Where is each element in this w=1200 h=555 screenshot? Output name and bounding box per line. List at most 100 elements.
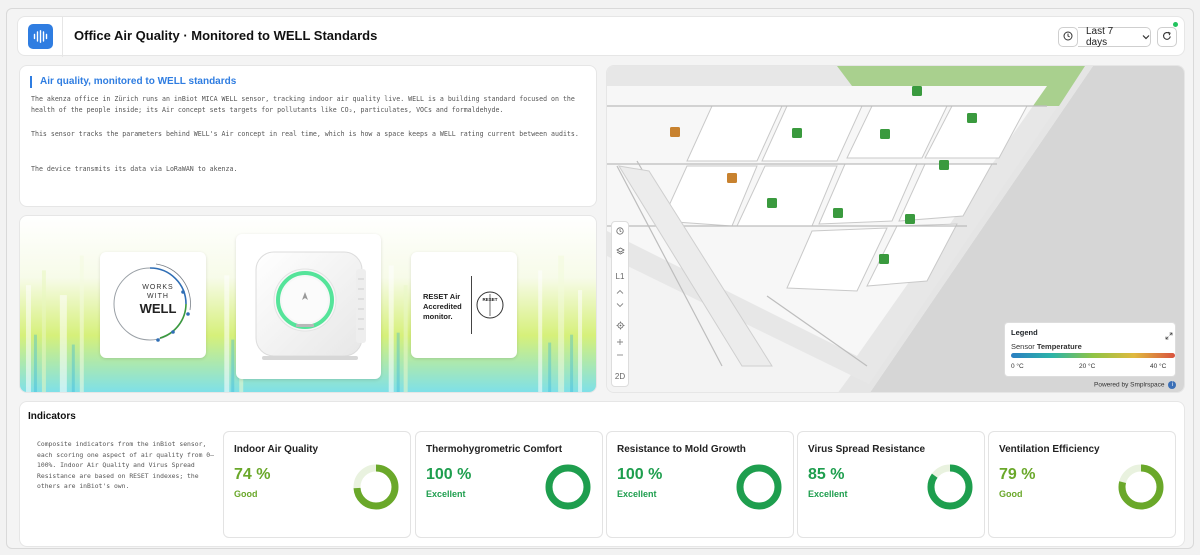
level-up-button[interactable] [612,286,628,299]
time-range-label: Last 7 days [1086,26,1114,48]
chevron-down-icon [616,301,624,310]
map-layers-button[interactable] [612,242,628,262]
layers-icon [615,247,625,258]
info-icon[interactable]: i [1168,381,1177,389]
info-paragraph: The akenza office in Zürich runs an inBi… [31,95,575,114]
legend-max: 40 °C [1150,363,1167,370]
reset-accredited-badge: RESET Air Accredited monitor. RESET [411,252,517,358]
reset-logo-icon: RESET [476,291,504,319]
indicator-status: Good [234,489,258,499]
dashboard-frame: Office Air Quality · Monitored to WELL S… [6,8,1194,549]
indicator-donut [545,464,591,510]
floor-plan-map[interactable]: L1 2D Legend Sensor Temperature 0 °C 20 … [606,65,1185,393]
info-heading: Air quality, monitored to WELL standards [30,76,236,88]
indicator-card[interactable]: Indoor Air Quality 74 % Good [223,431,411,538]
indicator-value: 85 % [808,466,845,483]
sensor-marker[interactable] [967,113,977,123]
legend-mid: 20 °C [1079,363,1096,370]
sensor-marker[interactable] [939,160,949,170]
powered-by-text: Powered by Smplrspace [1094,381,1165,389]
indicator-donut [1118,464,1164,510]
reset-badge-text: RESET Air Accredited monitor. [423,292,462,322]
time-range-clock-button[interactable] [1058,27,1078,47]
zoom-out-button[interactable] [612,349,628,362]
indicator-name: Indoor Air Quality [234,444,319,455]
sensor-marker[interactable] [833,208,843,218]
legend-sensor-metric: Temperature [1036,342,1082,351]
map-recenter-button[interactable] [612,316,628,336]
legend-min: 0 °C [1011,363,1024,370]
clock-icon [1063,28,1073,46]
refresh-icon [1162,28,1172,46]
legend-subtitle: Sensor Temperature [1011,342,1082,351]
map-legend: Legend Sensor Temperature 0 °C 20 °C 40 … [1004,322,1176,377]
legend-title: Legend [1011,328,1038,337]
legend-gradient [1011,353,1175,358]
view-mode-toggle[interactable]: 2D [612,366,628,386]
plus-icon [616,338,624,348]
crosshair-icon [616,321,625,332]
sensor-marker[interactable] [880,129,890,139]
map-toolbar: L1 2D [611,221,629,387]
reset-divider [471,276,472,334]
indicator-name: Virus Spread Resistance [808,444,926,455]
sensor-marker[interactable] [767,198,777,208]
indicator-status: Excellent [426,489,466,499]
reset-line: RESET Air [423,292,461,301]
reset-line: Accredited [423,302,462,311]
donut-progress [545,464,591,510]
indicator-value: 100 % [617,466,663,483]
chevron-down-icon [1142,32,1150,43]
sensor-marker[interactable] [727,173,737,183]
indicator-status: Excellent [617,489,657,499]
reset-line: monitor. [423,312,453,321]
live-status-dot [1173,22,1178,27]
indicator-card[interactable]: Virus Spread Resistance 85 % Excellent [797,431,985,538]
indicator-value: 100 % [426,466,472,483]
indicator-donut [927,464,973,510]
sensor-marker[interactable] [792,128,802,138]
indicators-title: Indicators [28,411,76,422]
sensor-marker[interactable] [912,86,922,96]
info-paragraph: The device transmits its data via LoRaWA… [31,165,238,173]
indicator-card[interactable]: Resistance to Mold Growth 100 % Excellent [606,431,794,538]
well-badge-text: WORKS [142,284,173,291]
indicator-status: Good [999,489,1023,499]
zoom-in-button[interactable] [612,336,628,349]
map-level-button[interactable]: L1 [612,266,628,286]
powered-by-credit: Powered by Smplrspace i [1094,381,1177,389]
device-banner: WORKS WITH WELL RESET Air Accredited mon… [19,215,597,393]
indicators-description: Composite indicators from the inBiot sen… [37,440,214,490]
works-with-well-badge: WORKS WITH WELL [100,252,206,358]
info-card: Air quality, monitored to WELL standards… [19,65,597,207]
level-down-button[interactable] [612,299,628,312]
sensor-waveform-icon [28,24,53,49]
dashboard-header: Office Air Quality · Monitored to WELL S… [17,16,1185,57]
sensor-marker[interactable] [670,127,680,137]
time-range-select[interactable]: Last 7 days [1078,26,1151,48]
sensor-marker[interactable] [905,214,915,224]
refresh-button[interactable] [1157,27,1177,47]
legend-sensor-prefix: Sensor [1011,342,1035,351]
header-divider [62,17,63,57]
indicator-value: 74 % [234,466,271,483]
sensor-device-image [236,234,381,379]
indicator-name: Resistance to Mold Growth [617,444,746,455]
indicator-status: Excellent [808,489,848,499]
page-title: Office Air Quality · Monitored to WELL S… [74,28,378,43]
indicator-donut [736,464,782,510]
indicator-card[interactable]: Thermohygrometric Comfort 100 % Excellent [415,431,603,538]
clock-icon [616,227,624,237]
reset-logo-text: RESET [482,297,497,302]
minus-icon [616,351,624,361]
collapse-icon[interactable] [1165,327,1173,345]
well-badge-text: WITH [147,293,169,300]
donut-progress [736,464,782,510]
indicator-name: Thermohygrometric Comfort [426,444,563,455]
indicator-card[interactable]: Ventilation Efficiency 79 % Good [988,431,1176,538]
indicator-value: 79 % [999,466,1036,483]
indicators-panel: Indicators Composite indicators from the… [19,401,1185,547]
map-history-button[interactable] [612,222,628,242]
indicator-name: Ventilation Efficiency [999,444,1100,455]
sensor-marker[interactable] [879,254,889,264]
